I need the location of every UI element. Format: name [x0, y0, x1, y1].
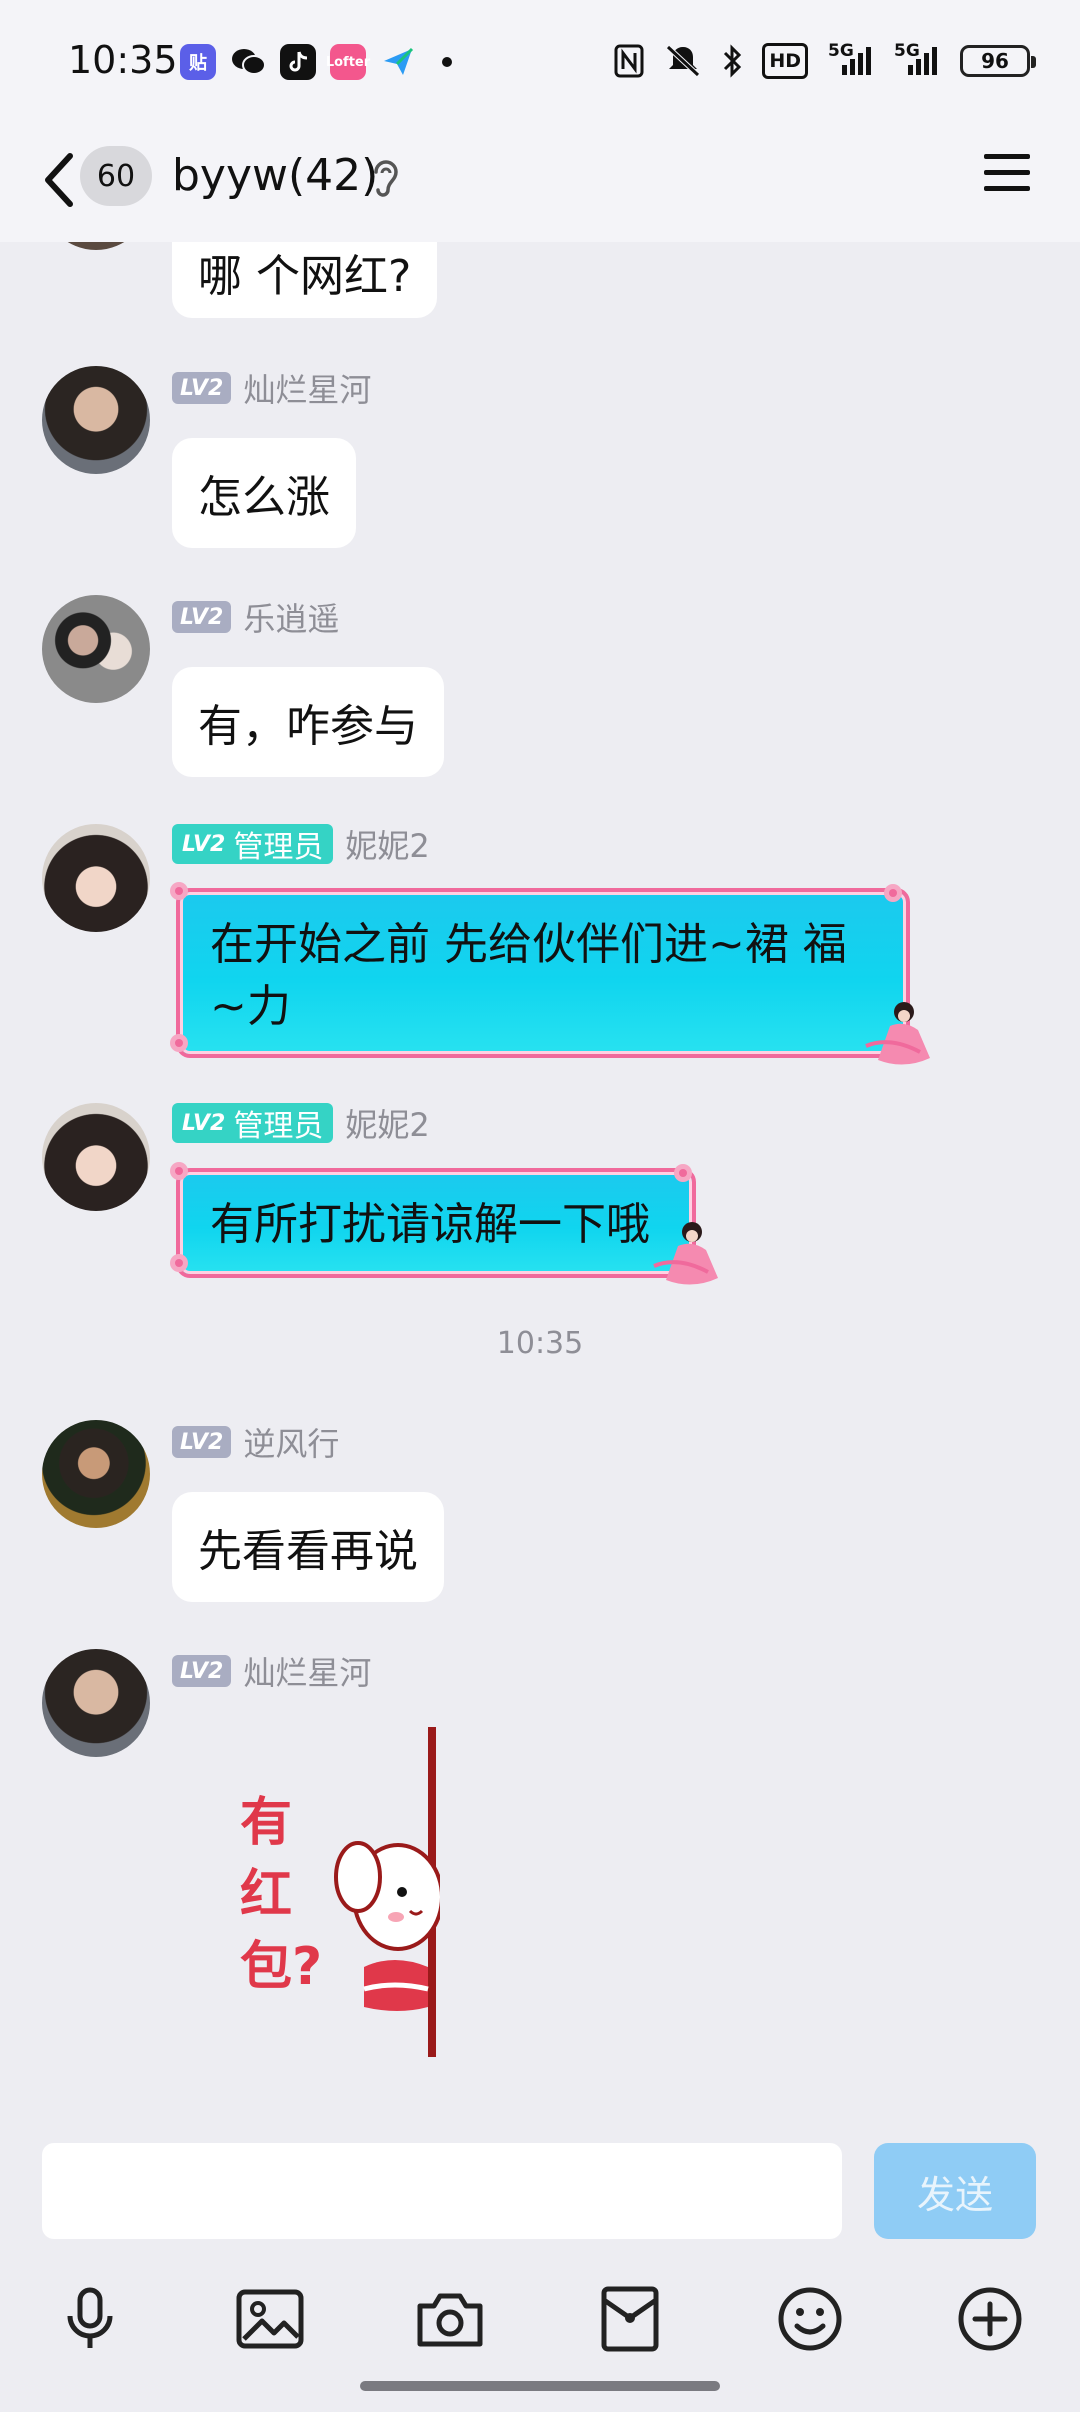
level-badge: LV2 — [172, 601, 232, 633]
fairy-decoration-icon — [865, 1002, 930, 1065]
input-bar: 发送 — [0, 2127, 1080, 2257]
message-text: 先看看再说 — [198, 1526, 418, 1577]
flower-corner-icon — [170, 1254, 188, 1272]
bluetooth-icon — [722, 43, 742, 79]
unread-count-badge[interactable]: 60 — [80, 146, 152, 206]
level-badge: LV2 — [172, 372, 232, 404]
message-list[interactable]: 哪 个网红? LV2 灿烂星河 怎么涨 LV2 乐逍遥 有，咋参与 LV2 管理… — [0, 242, 1080, 2127]
mute-icon — [664, 43, 702, 79]
avatar[interactable] — [42, 1420, 150, 1528]
status-bar: 10:35 贴 Lofter HD 5G 5G 96 — [0, 0, 1080, 120]
message-bubble[interactable]: 有，咋参与 — [172, 667, 444, 777]
sender-name[interactable]: 逆风行 — [243, 1419, 339, 1465]
sender-name[interactable]: 乐逍遥 — [243, 594, 339, 640]
menu-icon[interactable] — [984, 150, 1030, 196]
plus-icon[interactable] — [950, 2279, 1030, 2359]
battery-level: 96 — [981, 49, 1009, 73]
emoji-icon[interactable] — [770, 2279, 850, 2359]
home-indicator[interactable] — [360, 2381, 720, 2391]
admin-badge: LV2 管理员 — [172, 1103, 334, 1144]
tieba-icon: 贴 — [180, 44, 216, 80]
sender-meta: LV2 逆风行 — [172, 1424, 339, 1463]
network-type-2: 5G — [894, 41, 920, 61]
nfc-icon — [614, 43, 644, 79]
message-bubble[interactable]: 怎么涨 — [172, 438, 356, 548]
sticker-text: 有红包? — [240, 1793, 323, 1997]
battery-icon: 96 — [960, 45, 1036, 77]
level-text: LV2 — [182, 1110, 226, 1136]
fancy-message-bubble[interactable]: 有所打扰请谅解一下哦 — [176, 1168, 696, 1278]
sender-name[interactable]: 灿烂星河 — [243, 1648, 371, 1694]
avatar[interactable] — [42, 1103, 150, 1211]
flower-corner-icon — [674, 1164, 692, 1182]
role-text: 管理员 — [233, 1109, 324, 1144]
message-text: 在开始之前 先给伙伴们进~裙 福~力 — [210, 919, 847, 1032]
send-button[interactable]: 发送 — [874, 2143, 1036, 2239]
message-text: 有，咋参与 — [198, 701, 418, 752]
network-type-1: 5G — [828, 41, 854, 61]
signal-2-icon: 5G — [894, 41, 940, 79]
message-text: 哪 个网红? — [198, 251, 412, 302]
flower-corner-icon — [170, 882, 188, 900]
sender-meta: LV2 管理员 妮妮2 — [172, 1103, 430, 1144]
message-timestamp: 10:35 — [496, 1326, 584, 1361]
message-text: 有所打扰请谅解一下哦 — [210, 1199, 650, 1250]
message-input[interactable] — [42, 2143, 842, 2239]
message-bubble[interactable]: 哪 个网红? — [172, 242, 438, 318]
tiktok-icon — [280, 44, 316, 80]
flower-corner-icon — [884, 884, 902, 902]
avatar[interactable] — [42, 595, 150, 703]
avatar[interactable] — [42, 1649, 150, 1757]
message-text: 怎么涨 — [198, 472, 330, 523]
admin-badge: LV2 管理员 — [172, 824, 334, 865]
chat-title[interactable]: byyw(42) — [172, 150, 378, 201]
sender-name[interactable]: 灿烂星河 — [243, 365, 371, 411]
sticker-message[interactable]: 有红包? — [230, 1727, 470, 2057]
level-badge: LV2 — [172, 1655, 232, 1687]
more-notifications-dot — [442, 57, 452, 67]
system-icons: HD 5G 5G 96 — [614, 40, 1036, 82]
avatar[interactable] — [42, 242, 150, 250]
status-time: 10:35 — [68, 38, 178, 82]
camera-icon[interactable] — [410, 2279, 490, 2359]
avatar[interactable] — [42, 824, 150, 932]
sender-meta: LV2 灿烂星河 — [172, 1653, 371, 1692]
ear-icon[interactable] — [368, 156, 404, 200]
flower-corner-icon — [170, 1034, 188, 1052]
wechat-icon — [230, 44, 266, 80]
signal-1-icon: 5G — [828, 41, 874, 79]
message-bubble[interactable]: 先看看再说 — [172, 1492, 444, 1602]
sender-meta: LV2 乐逍遥 — [172, 599, 339, 638]
notification-icons: 贴 Lofter — [180, 42, 452, 82]
bilibili-icon: Lofter — [326, 44, 370, 80]
level-text: LV2 — [182, 831, 226, 857]
sender-name[interactable]: 妮妮2 — [345, 821, 429, 867]
image-icon[interactable] — [230, 2279, 310, 2359]
level-badge: LV2 — [172, 1426, 232, 1458]
sender-name[interactable]: 妮妮2 — [345, 1100, 429, 1146]
red-packet-icon[interactable] — [590, 2279, 670, 2359]
sender-meta: LV2 灿烂星河 — [172, 370, 371, 409]
role-text: 管理员 — [233, 830, 324, 865]
bear-peeking-icon — [334, 1727, 440, 2057]
fairy-decoration-icon — [653, 1222, 718, 1285]
sender-meta: LV2 管理员 妮妮2 — [172, 824, 430, 865]
chat-header: 60 byyw(42) — [0, 120, 1080, 242]
microphone-icon[interactable] — [50, 2279, 130, 2359]
flower-corner-icon — [170, 1162, 188, 1180]
avatar[interactable] — [42, 366, 150, 474]
paper-plane-icon — [380, 44, 416, 80]
hd-voice-icon: HD — [762, 43, 808, 79]
fancy-message-bubble[interactable]: 在开始之前 先给伙伴们进~裙 福~力 — [176, 888, 910, 1058]
